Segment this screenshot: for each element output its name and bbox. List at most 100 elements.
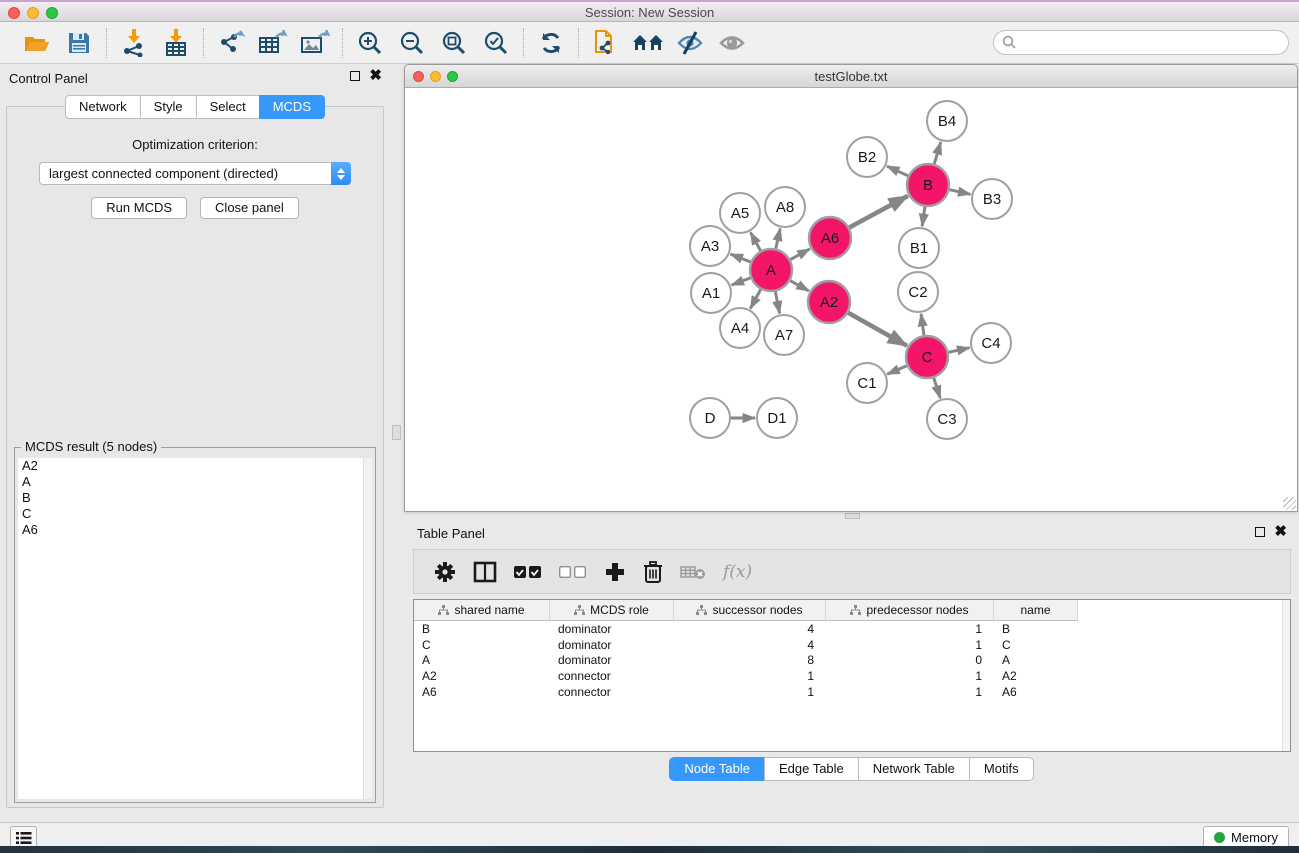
result-item[interactable]: A [18,474,372,490]
table-cell[interactable]: 4 [674,637,826,653]
show-columns-icon[interactable] [473,557,497,587]
home-views-icon[interactable] [631,27,665,59]
refresh-view-icon[interactable] [534,27,568,59]
show-hide-graphics-icon[interactable] [715,27,749,59]
save-session-icon[interactable] [62,27,96,59]
graph-edge-A-A8[interactable] [776,228,780,248]
result-item[interactable]: A6 [18,522,372,538]
zoom-out-icon[interactable] [395,27,429,59]
table-cell[interactable]: 1 [826,668,994,684]
column-header-shared-name[interactable]: shared name [414,600,550,621]
graph-node-A[interactable]: A [750,249,792,291]
table-cell[interactable]: A2 [414,668,550,684]
graph-node-A2[interactable]: A2 [808,281,850,323]
table-cell[interactable]: A6 [414,684,550,700]
graph-node-A3[interactable]: A3 [690,226,730,266]
graph-node-B4[interactable]: B4 [927,101,967,141]
network-canvas[interactable]: B4B2BB3B1A5A8A6A3AA1C2A4A7A2C4CC1C3DD1 [406,89,1296,510]
import-table-icon[interactable] [159,27,193,59]
graph-edge-A-A6[interactable] [790,249,809,260]
graph-node-A7[interactable]: A7 [764,315,804,355]
graph-node-C[interactable]: C [906,336,948,378]
graph-node-C4[interactable]: C4 [971,323,1011,363]
result-scrollbar[interactable] [363,458,372,799]
table-cell[interactable]: 1 [826,621,994,637]
apply-function-icon[interactable]: f(x) [723,557,752,587]
deselect-all-checks-icon[interactable] [559,557,587,587]
table-options-gear-icon[interactable] [434,557,456,587]
graph-edge-C-C4[interactable] [948,348,969,353]
graph-edge-A2-C[interactable] [848,313,907,346]
table-cell[interactable]: 4 [674,621,826,637]
graph-node-A1[interactable]: A1 [691,273,731,313]
table-cell[interactable]: 0 [826,652,994,668]
table-cell[interactable]: A [994,652,1078,668]
mcds-result-list[interactable]: A2ABCA6 [18,458,372,799]
graph-node-A6[interactable]: A6 [809,217,851,259]
tab-network[interactable]: Network [65,95,140,119]
column-header-MCDS-role[interactable]: MCDS role [550,600,674,621]
clone-network-icon[interactable] [589,27,623,59]
graph-node-D[interactable]: D [690,398,730,438]
result-item[interactable]: B [18,490,372,506]
table-scrollbar[interactable] [1282,600,1290,751]
hide-graphics-details-icon[interactable] [673,27,707,59]
graph-edge-A-A2[interactable] [790,281,809,291]
tab-network-table[interactable]: Network Table [858,757,969,781]
close-panel-button[interactable]: Close panel [200,197,299,219]
graph-node-C3[interactable]: C3 [927,399,967,439]
graph-edge-A-A3[interactable] [730,254,750,262]
table-cell[interactable]: 1 [674,684,826,700]
graph-edge-B-B4[interactable] [934,142,940,164]
close-panel-icon[interactable]: ✖ [369,71,382,81]
delete-column-icon[interactable] [643,557,663,587]
table-cell[interactable]: A6 [994,684,1078,700]
graph-node-B2[interactable]: B2 [847,137,887,177]
table-cell[interactable]: C [414,637,550,653]
table-cell[interactable]: dominator [550,652,674,668]
table-row[interactable]: Bdominator41B [414,621,1290,637]
graph-edge-A-A5[interactable] [751,232,761,250]
graph-node-C1[interactable]: C1 [847,363,887,403]
graph-edge-B-B2[interactable] [887,166,908,176]
graph-node-B[interactable]: B [907,164,949,206]
float-panel-icon[interactable] [350,71,360,81]
tab-node-table[interactable]: Node Table [669,757,764,781]
table-cell[interactable]: connector [550,684,674,700]
add-column-icon[interactable] [604,557,626,587]
table-cell[interactable]: dominator [550,637,674,653]
graph-node-A8[interactable]: A8 [765,187,805,227]
network-graph[interactable]: B4B2BB3B1A5A8A6A3AA1C2A4A7A2C4CC1C3DD1 [406,89,1296,510]
table-cell[interactable]: 1 [674,668,826,684]
graph-node-B1[interactable]: B1 [899,228,939,268]
import-network-icon[interactable] [117,27,151,59]
vertical-split-grip[interactable] [392,425,401,440]
graph-edge-C-C1[interactable] [887,366,907,375]
tab-motifs[interactable]: Motifs [969,757,1034,781]
run-mcds-button[interactable]: Run MCDS [91,197,187,219]
tab-edge-table[interactable]: Edge Table [764,757,858,781]
graph-node-D1[interactable]: D1 [757,398,797,438]
table-cell[interactable]: 1 [826,684,994,700]
table-cell[interactable]: B [994,621,1078,637]
graph-edge-B-B1[interactable] [922,207,925,226]
graph-edge-A6-B[interactable] [849,196,907,228]
graph-node-A4[interactable]: A4 [720,308,760,348]
zoom-in-icon[interactable] [353,27,387,59]
table-cell[interactable]: 1 [826,637,994,653]
column-header-successor-nodes[interactable]: successor nodes [674,600,826,621]
result-item[interactable]: A2 [18,458,372,474]
graph-edge-C-C2[interactable] [921,314,924,335]
select-all-checks-icon[interactable] [514,557,542,587]
export-image-icon[interactable] [298,27,332,59]
table-row[interactable]: Adominator80A [414,652,1290,668]
table-row[interactable]: Cdominator41C [414,637,1290,653]
table-row[interactable]: A6connector11A6 [414,684,1290,700]
close-table-panel-icon[interactable]: ✖ [1274,527,1287,537]
zoom-fit-icon[interactable] [437,27,471,59]
table-cell[interactable]: connector [550,668,674,684]
table-row[interactable]: A2connector11A2 [414,668,1290,684]
delete-table-icon[interactable] [680,557,706,587]
table-cell[interactable]: C [994,637,1078,653]
zoom-selected-icon[interactable] [479,27,513,59]
